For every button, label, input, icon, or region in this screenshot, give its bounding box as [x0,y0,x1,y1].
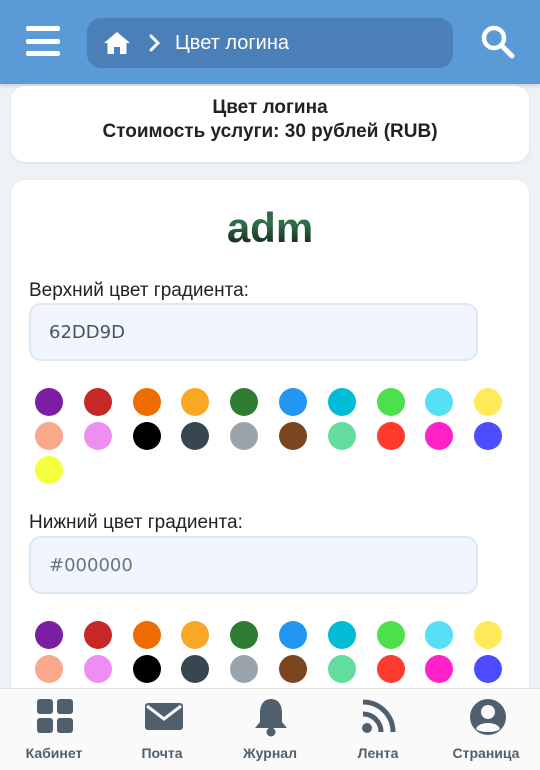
nav-item-journal[interactable]: Журнал [220,689,320,770]
color-swatch[interactable] [35,456,63,484]
bell-icon [252,697,290,737]
color-swatch[interactable] [279,388,307,416]
search-icon[interactable] [480,24,516,60]
bottom-gradient-label: Нижний цвет градиента: [29,512,243,533]
color-swatch[interactable] [181,388,210,416]
color-swatch[interactable] [132,388,161,416]
top-gradient-input[interactable] [29,303,478,361]
home-icon[interactable] [103,31,131,55]
color-swatch[interactable] [83,621,112,649]
color-swatch[interactable] [181,655,210,683]
service-price: Стоимость услуги: 30 рублей (RUB) [102,121,438,142]
nav-label: Кабинет [25,745,83,761]
mail-icon [144,697,183,735]
color-swatch[interactable] [327,388,356,416]
color-swatch[interactable] [425,621,454,649]
color-swatch[interactable] [279,621,307,649]
color-swatch[interactable] [425,422,454,450]
top-bar: Цвет логина [0,0,540,84]
bottom-gradient-input[interactable] [29,536,478,594]
color-swatch[interactable] [132,655,161,683]
color-swatch[interactable] [181,422,210,450]
nav-item-feed[interactable]: Лента [328,689,428,770]
color-swatch[interactable] [327,655,356,683]
nav-label: Журнал [243,745,297,761]
color-swatch[interactable] [230,388,259,416]
color-swatch[interactable] [35,655,63,683]
color-swatch[interactable] [425,388,454,416]
color-swatch[interactable] [230,655,259,683]
color-swatch[interactable] [181,621,210,649]
nav-item-page[interactable]: Страница [436,689,536,770]
username-preview: adm [11,204,529,252]
color-swatch[interactable] [474,655,503,683]
breadcrumb: Цвет логина [87,18,453,68]
color-swatch[interactable] [474,621,503,649]
color-swatch[interactable] [132,621,161,649]
color-swatch[interactable] [279,655,307,683]
color-swatch[interactable] [279,422,307,450]
nav-label: Страница [452,745,520,761]
menu-icon[interactable] [26,26,60,56]
rss-icon [360,697,398,735]
nav-item-cabinet[interactable]: Кабинет [4,689,104,770]
color-swatch[interactable] [327,621,356,649]
color-settings-card: adm Верхний цвет градиента: Нижний цвет … [11,180,529,700]
nav-label: Почта [141,745,183,761]
color-swatch[interactable] [35,388,63,416]
color-swatch[interactable] [230,422,259,450]
color-swatch[interactable] [83,655,112,683]
color-swatch[interactable] [474,422,503,450]
color-swatch[interactable] [376,388,405,416]
color-swatch[interactable] [83,422,112,450]
color-swatch[interactable] [474,388,503,416]
chevron-right-icon [149,33,163,53]
top-gradient-label: Верхний цвет градиента: [29,280,249,301]
service-title: Цвет логина [212,97,328,118]
nav-label: Лента [357,745,399,761]
breadcrumb-current: Цвет логина [175,31,290,54]
color-swatch[interactable] [83,388,112,416]
color-swatch[interactable] [230,621,259,649]
color-swatch[interactable] [132,422,161,450]
nav-item-mail[interactable]: Почта [112,689,212,770]
color-swatch[interactable] [376,621,405,649]
color-swatch[interactable] [327,422,356,450]
user-icon [468,697,506,735]
grid-icon [36,697,74,735]
color-swatch[interactable] [376,422,405,450]
bottom-nav: Кабинет Почта Журнал Лента Страница [0,688,540,770]
color-swatch[interactable] [425,655,454,683]
service-info-card: Цвет логина Стоимость услуги: 30 рублей … [11,86,529,162]
color-swatch[interactable] [35,422,63,450]
color-swatch[interactable] [376,655,405,683]
color-swatch[interactable] [35,621,63,649]
